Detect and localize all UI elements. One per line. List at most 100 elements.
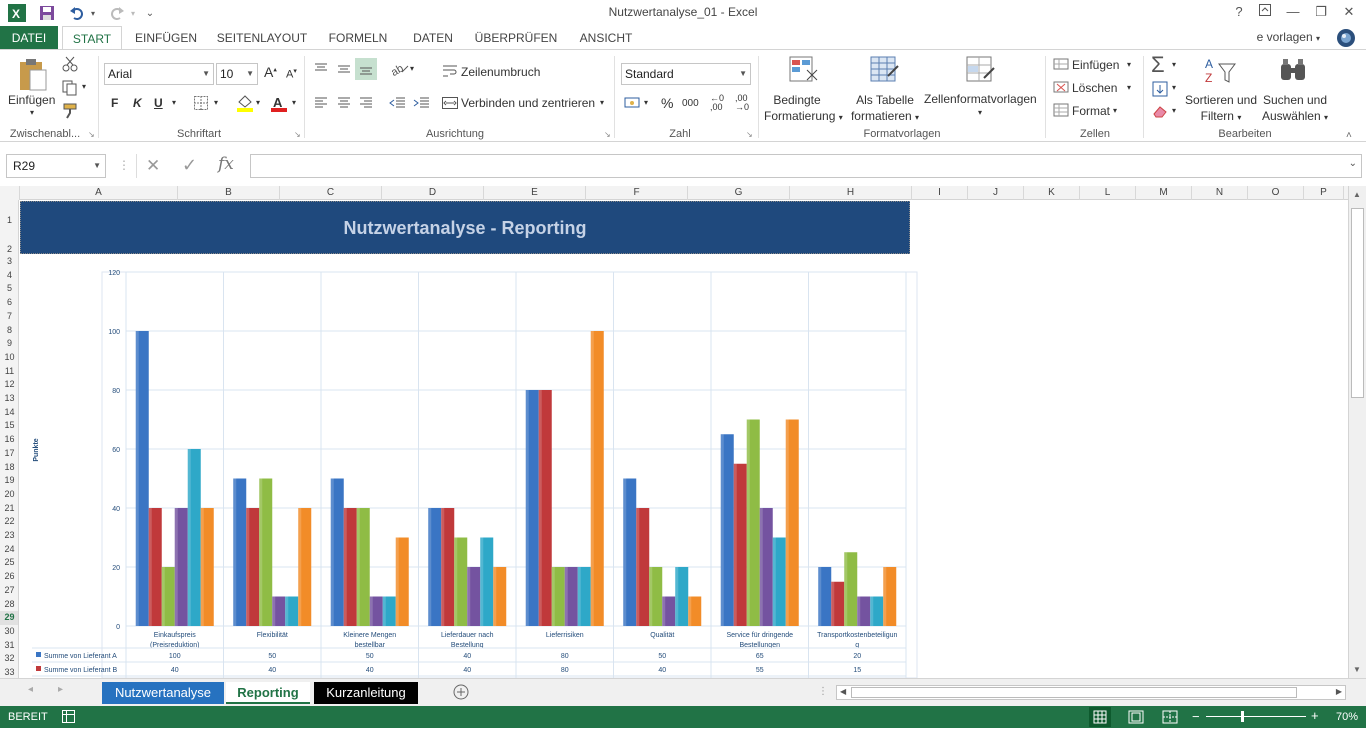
column-header-p[interactable]: P [1304, 186, 1344, 200]
clear-icon[interactable] [1152, 104, 1168, 121]
fill-color-dropdown-icon[interactable]: ▾ [256, 98, 260, 107]
row-header-11[interactable]: 11 [0, 365, 18, 379]
italic-button[interactable]: K [133, 96, 142, 110]
worksheet[interactable]: Nutzwertanalyse - Reporting 0 20 40 60 80 100… [20, 200, 1348, 678]
increase-decimal-icon[interactable]: ←0,00 [710, 94, 724, 112]
row-header-29[interactable]: 29 [0, 611, 18, 625]
merge-dropdown-icon[interactable]: ▾ [600, 98, 604, 107]
delete-cells-button[interactable]: Löschen [1072, 81, 1117, 95]
merge-center-icon[interactable] [442, 96, 458, 113]
fill-icon[interactable] [1152, 81, 1168, 100]
fill-color-icon[interactable] [236, 94, 254, 115]
row-header-21[interactable]: 21 [0, 502, 18, 516]
row-header-15[interactable]: 15 [0, 419, 18, 433]
page-break-view-icon[interactable] [1162, 710, 1178, 727]
insert-cells-icon[interactable] [1053, 56, 1069, 75]
align-center-icon[interactable] [336, 96, 352, 113]
paste-icon[interactable] [18, 58, 48, 95]
decrease-decimal-icon[interactable]: ,00 →0 [735, 94, 749, 112]
tab-daten[interactable]: DATEN [406, 26, 460, 50]
row-header-12[interactable]: 12 [0, 378, 18, 392]
paste-dropdown-icon[interactable]: ▾ [30, 108, 34, 117]
copy-dropdown-icon[interactable]: ▾ [82, 82, 86, 91]
column-header-j[interactable]: J [968, 186, 1024, 200]
wrap-text-button[interactable]: Zeilenumbruch [461, 65, 540, 79]
row-header-8[interactable]: 8 [0, 324, 18, 338]
horizontal-scroll-thumb[interactable] [851, 687, 1297, 698]
number-launcher-icon[interactable]: ↘ [746, 130, 753, 139]
fill-dropdown-icon[interactable]: ▾ [1172, 83, 1176, 92]
sheet-tab-kurzanleitung[interactable]: Kurzanleitung [314, 682, 418, 704]
close-icon[interactable]: ✕ [1334, 2, 1364, 22]
conditional-formatting-icon[interactable] [789, 56, 819, 89]
copy-icon[interactable] [62, 80, 78, 99]
number-format-select[interactable]: Standard ▼ [621, 63, 751, 85]
row-header-1[interactable]: 1 [0, 200, 18, 226]
scroll-tabs-left-icon[interactable]: ◂ [28, 684, 33, 695]
accounting-dropdown-icon[interactable]: ▾ [644, 98, 648, 107]
find-select-icon[interactable] [1279, 56, 1309, 89]
row-header-33[interactable]: 33 [0, 666, 18, 678]
sort-filter-button[interactable]: Sortieren und Filtern ▾ [1184, 92, 1258, 126]
find-select-button[interactable]: Suchen und Auswählen ▾ [1260, 92, 1330, 126]
row-header-24[interactable]: 24 [0, 543, 18, 557]
minimize-icon[interactable]: — [1278, 2, 1308, 22]
row-header-6[interactable]: 6 [0, 296, 18, 310]
cell-styles-dropdown-icon[interactable]: ▾ [978, 108, 982, 117]
tab-datei[interactable]: DATEI [0, 26, 58, 50]
align-top-icon[interactable] [313, 62, 329, 79]
chart[interactable]: 020406080100120PunkteEinkaufspreis (Preis… [20, 200, 920, 678]
enter-icon[interactable]: ✓ [182, 155, 197, 176]
column-header-f[interactable]: F [586, 186, 688, 200]
row-header-17[interactable]: 17 [0, 447, 18, 461]
wrap-text-icon[interactable] [442, 64, 458, 81]
zoom-level[interactable]: 70% [1336, 711, 1358, 723]
borders-icon[interactable] [194, 96, 208, 113]
zoom-in-icon[interactable]: + [1311, 708, 1319, 723]
row-header-30[interactable]: 30 [0, 625, 18, 639]
formula-input[interactable]: ⌄ [250, 154, 1362, 178]
row-header-3[interactable]: 3 [0, 255, 18, 269]
borders-dropdown-icon[interactable]: ▾ [214, 98, 218, 107]
select-all-corner[interactable] [0, 186, 20, 200]
tab-formeln[interactable]: FORMELN [322, 26, 394, 50]
new-sheet-icon[interactable] [453, 684, 469, 703]
merge-center-button[interactable]: Verbinden und zentrieren [461, 96, 595, 110]
column-header-k[interactable]: K [1024, 186, 1080, 200]
column-header-a[interactable]: A [20, 186, 178, 200]
scroll-left-icon[interactable]: ◀ [840, 687, 846, 696]
align-right-icon[interactable] [358, 96, 374, 113]
insert-function-icon[interactable]: fx [218, 154, 234, 174]
column-header-b[interactable]: B [178, 186, 280, 200]
delete-cells-dropdown-icon[interactable]: ▾ [1127, 83, 1131, 92]
column-header-n[interactable]: N [1192, 186, 1248, 200]
format-cells-button[interactable]: Format [1072, 104, 1110, 118]
row-header-31[interactable]: 31 [0, 639, 18, 653]
align-bottom-icon[interactable] [355, 58, 377, 80]
shrink-font-icon[interactable]: A▾ [286, 67, 297, 81]
format-cells-icon[interactable] [1053, 102, 1069, 121]
clear-dropdown-icon[interactable]: ▾ [1172, 106, 1176, 115]
tab-start[interactable]: START [62, 26, 122, 50]
row-header-9[interactable]: 9 [0, 337, 18, 351]
decrease-indent-icon[interactable] [388, 96, 406, 113]
column-header-l[interactable]: L [1080, 186, 1136, 200]
scroll-down-icon[interactable]: ▼ [1353, 665, 1361, 674]
format-as-table-icon[interactable] [870, 56, 900, 89]
tab-split-handle-icon[interactable]: ⋮ [818, 686, 828, 697]
cut-icon[interactable] [62, 56, 78, 75]
column-header-c[interactable]: C [280, 186, 382, 200]
row-header-26[interactable]: 26 [0, 570, 18, 584]
sheet-tab-nutzwertanalyse[interactable]: Nutzwertanalyse [102, 682, 224, 704]
accounting-format-icon[interactable] [624, 95, 642, 114]
page-layout-view-icon[interactable] [1128, 710, 1144, 727]
font-size-select[interactable]: 10 ▼ [216, 63, 258, 85]
cell-styles-button[interactable]: Zellenformatvorlagen [924, 92, 1037, 106]
vertical-scroll-thumb[interactable] [1351, 208, 1364, 398]
cancel-icon[interactable]: ✕ [146, 156, 160, 176]
restore-icon[interactable]: ❐ [1306, 2, 1336, 22]
account-avatar[interactable] [1336, 28, 1356, 51]
grow-font-icon[interactable]: A▴ [264, 64, 277, 80]
percent-style-button[interactable]: % [661, 95, 673, 111]
row-header-5[interactable]: 5 [0, 282, 18, 296]
